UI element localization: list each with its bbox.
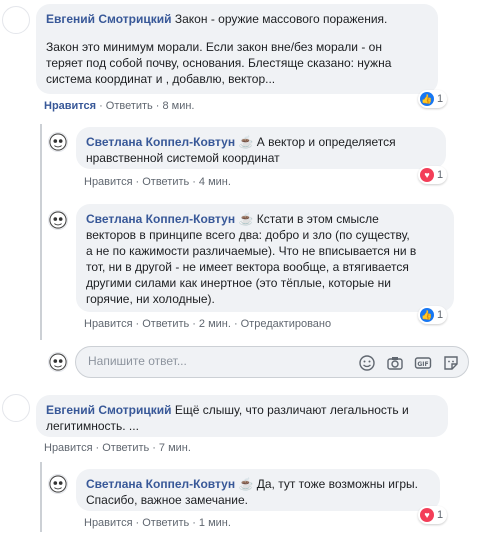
like-icon: 👍 bbox=[420, 308, 434, 322]
avatar[interactable] bbox=[2, 6, 30, 34]
reply-input[interactable] bbox=[88, 354, 328, 368]
comment-text: Закон это минимум морали. Если закон вне… bbox=[46, 40, 382, 54]
comment-actions: Нравится · Ответить · 1 мин. bbox=[84, 517, 231, 529]
reply-button[interactable]: Ответить bbox=[102, 442, 149, 454]
timestamp[interactable]: 2 мин. bbox=[199, 318, 231, 330]
avatar[interactable] bbox=[48, 132, 68, 152]
comment-actions: Нравится · Ответить · 7 мин. bbox=[44, 442, 191, 454]
reaction-number: 1 bbox=[437, 169, 444, 181]
comment-text: А вектор и определяется bbox=[256, 135, 396, 149]
timestamp[interactable]: 7 мин. bbox=[159, 442, 191, 454]
timestamp[interactable]: 4 мин. bbox=[199, 176, 231, 188]
comment-actions: Нравится · Ответить · 2 мин. · Отредактировано bbox=[84, 318, 332, 330]
reaction-number: 1 bbox=[437, 93, 444, 105]
comment-text: Спасибо, важное замечание. bbox=[86, 493, 248, 507]
comment-author[interactable]: Светлана Коппел-Ковтун bbox=[86, 477, 235, 491]
avatar[interactable] bbox=[48, 474, 68, 494]
comment-text: горячие, ни холодные). bbox=[86, 292, 215, 306]
like-button[interactable]: Нравится bbox=[84, 176, 133, 188]
avatar[interactable] bbox=[2, 394, 30, 422]
coffee-icon: ☕ bbox=[238, 477, 254, 491]
reply-button[interactable]: Ответить bbox=[142, 318, 189, 330]
like-button[interactable]: Нравится bbox=[84, 517, 133, 529]
comment-text: а не по кажимости различаемые). Что не в… bbox=[86, 244, 417, 258]
comment-actions: Нравится · Ответить · 4 мин. bbox=[84, 176, 231, 188]
comment-text: Закон - оружие массового поражения. bbox=[174, 12, 388, 26]
emoji-icon[interactable] bbox=[358, 354, 376, 372]
thread-line bbox=[40, 462, 42, 532]
timestamp[interactable]: 8 мин. bbox=[162, 100, 194, 112]
thread-line bbox=[40, 124, 42, 340]
comment-text: векторов в принципе всего два: добро и з… bbox=[86, 228, 410, 242]
reply-button[interactable]: Ответить bbox=[142, 176, 189, 188]
reaction-count[interactable]: ♥ 1 bbox=[418, 166, 448, 184]
like-button[interactable]: Нравится bbox=[44, 100, 96, 112]
comment-author[interactable]: Евгений Смотрицкий bbox=[46, 12, 172, 26]
comment-text: Да, тут тоже возможны игры. bbox=[256, 477, 418, 491]
coffee-icon: ☕ bbox=[238, 135, 254, 149]
reaction-count[interactable]: 👍 1 bbox=[418, 306, 448, 324]
comment-bubble: Светлана Коппел-Ковтун ☕ Да, тут тоже во… bbox=[76, 469, 440, 511]
comment-text: система координат и , добавлю, вектор... bbox=[46, 72, 276, 86]
reply-button[interactable]: Ответить bbox=[142, 517, 189, 529]
comment-text: теряет под собой почву, основания. Блест… bbox=[46, 56, 392, 70]
reaction-number: 1 bbox=[437, 509, 444, 521]
reply-button[interactable]: Ответить bbox=[106, 100, 153, 112]
comment-author[interactable]: Светлана Коппел-Ковтун bbox=[86, 135, 235, 149]
reaction-count[interactable]: 👍 1 bbox=[418, 90, 448, 108]
comment-author[interactable]: Евгений Смотрицкий bbox=[46, 403, 172, 417]
love-icon: ♥ bbox=[420, 168, 434, 182]
comment-text: другими силами как инертное (это тёплые,… bbox=[86, 276, 391, 290]
comment-bubble: Евгений Смотрицкий Ещё слышу, что различ… bbox=[36, 395, 448, 437]
comment-text: нравственной системой координат bbox=[86, 151, 280, 165]
like-button[interactable]: Нравится bbox=[84, 318, 133, 330]
sticker-icon[interactable] bbox=[442, 354, 460, 372]
camera-icon[interactable] bbox=[386, 354, 404, 372]
comment-bubble: Евгений Смотрицкий Закон - оружие массов… bbox=[36, 4, 438, 94]
like-icon: 👍 bbox=[420, 92, 434, 106]
comment-bubble: Светлана Коппел-Ковтун ☕ А вектор и опре… bbox=[76, 127, 446, 169]
coffee-icon: ☕ bbox=[238, 212, 254, 226]
timestamp[interactable]: 1 мин. bbox=[199, 517, 231, 529]
comment-bubble: Светлана Коппел-Ковтун ☕ Кстати в этом с… bbox=[76, 204, 454, 312]
comment-text: Ещё слышу, что различают легальность и bbox=[174, 403, 409, 417]
comment-text: Кстати в этом смысле bbox=[256, 212, 379, 226]
edited-label[interactable]: Отредактировано bbox=[241, 318, 332, 330]
comment-text: легитимность. ... bbox=[46, 419, 139, 433]
avatar bbox=[48, 352, 68, 372]
svg-text:GIF: GIF bbox=[417, 361, 428, 368]
avatar[interactable] bbox=[48, 210, 68, 230]
comment-author[interactable]: Светлана Коппел-Ковтун bbox=[86, 212, 235, 226]
reply-box[interactable]: GIF bbox=[75, 346, 469, 378]
gif-icon[interactable]: GIF bbox=[414, 354, 432, 372]
reaction-count[interactable]: ♥ 1 bbox=[418, 506, 448, 524]
comment-text: тот, ни в другой - не имеет вектора вооб… bbox=[86, 260, 409, 274]
comment-actions: Нравится · Ответить · 8 мин. bbox=[44, 100, 195, 112]
like-button[interactable]: Нравится bbox=[44, 442, 93, 454]
reaction-number: 1 bbox=[437, 309, 444, 321]
love-icon: ♥ bbox=[420, 508, 434, 522]
